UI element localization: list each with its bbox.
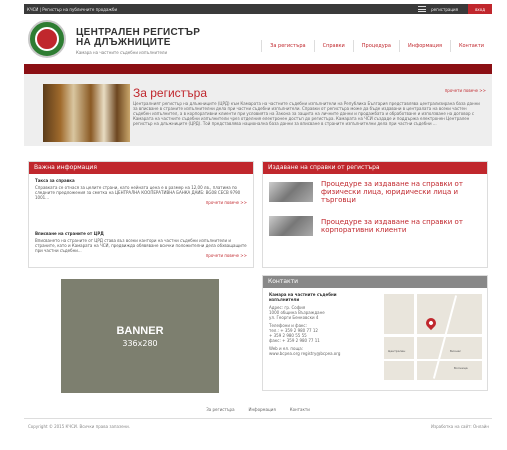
footer-divider: [24, 418, 492, 419]
login-button[interactable]: вход: [468, 4, 492, 14]
hero-image: [43, 84, 130, 142]
map-pin-icon[interactable]: [423, 315, 439, 331]
map-label: Бизнес: [450, 349, 462, 353]
news-read-more-link[interactable]: прочети повече >>: [35, 253, 247, 258]
hero-section: За регистъра прочети повече >> Централни…: [24, 74, 492, 146]
nav-information[interactable]: Информация: [398, 40, 450, 52]
location-map[interactable]: Централен Бизнес Болница: [384, 294, 482, 380]
brand-line-2: НА ДЛЪЖНИЦИТЕ: [76, 37, 171, 48]
document-thumbnail: [269, 216, 313, 236]
nav-contacts[interactable]: Контакти: [449, 40, 492, 52]
made-by-link[interactable]: Изработка на сайт: Онлайн: [431, 424, 489, 429]
contacts-panel: Контакти Камара на частните съдебни изпъ…: [262, 275, 488, 391]
contacts-body: Камара на частните съдебни изпълнители А…: [263, 288, 487, 380]
news-item: Вписване на страните от ЦРД Вписването н…: [29, 227, 253, 262]
page: КЧСИ | Регистър на публичните продажби р…: [0, 0, 507, 450]
banner-size: 336x280: [122, 338, 158, 348]
nav-reports[interactable]: Справки: [313, 40, 353, 52]
important-info-panel: Важна информация Такса за справка Справк…: [28, 161, 254, 268]
footer-link-about[interactable]: За регистъра: [206, 407, 234, 412]
logo-icon[interactable]: [28, 20, 66, 58]
banner-placeholder[interactable]: BANNER 336x280: [61, 279, 219, 393]
contacts-heading: Контакти: [263, 276, 487, 288]
top-bar: КЧСИ | Регистър на публичните продажби р…: [24, 4, 492, 14]
header-band: [24, 64, 492, 74]
news-text: Справката се отнася за целите страни, ка…: [35, 185, 241, 200]
issued-item-link[interactable]: Процедуре за издаване на справки от физи…: [321, 180, 481, 204]
footer-link-information[interactable]: Информация: [249, 407, 276, 412]
hero-title: За регистъра: [133, 86, 208, 100]
important-info-heading: Важна информация: [29, 162, 253, 174]
issued-reports-panel: Издаване на справки от регистъра Процеду…: [262, 161, 488, 268]
news-read-more-link[interactable]: прочети повече >>: [35, 200, 247, 205]
footer-nav: За регистъра Информация Контакти: [24, 407, 492, 412]
hamburger-icon[interactable]: [418, 6, 427, 12]
issued-item-link[interactable]: Процедуре за издаване на справки от корп…: [321, 218, 481, 234]
issued-item[interactable]: Процедуре за издаване на справки от физи…: [263, 174, 487, 210]
nav-procedure[interactable]: Процедура: [352, 40, 399, 52]
footer-link-contacts[interactable]: Контакти: [290, 407, 310, 412]
contacts-org: Камара на частните съдебни изпълнители: [269, 292, 337, 302]
news-title[interactable]: Вписване на страните от ЦРД: [35, 231, 247, 236]
map-label: Централен: [388, 349, 406, 353]
copyright: Copyright © 2015 КЧСИ. Всички права запа…: [28, 424, 131, 429]
site-header: ЦЕНТРАЛЕН РЕГИСТЪР НА ДЛЪЖНИЦИТЕ Камара …: [24, 14, 492, 64]
register-link[interactable]: регистрация: [431, 7, 458, 12]
nav-about[interactable]: За регистъра: [261, 40, 313, 52]
issued-item[interactable]: Процедуре за издаване на справки от корп…: [263, 210, 487, 242]
map-label: Болница: [454, 366, 468, 370]
issued-reports-heading: Издаване на справки от регистъра: [263, 162, 487, 174]
banner-label: BANNER: [116, 324, 164, 337]
main-nav: За регистъра Справки Процедура Информаци…: [261, 40, 492, 52]
news-title[interactable]: Такса за справка: [35, 178, 247, 183]
document-thumbnail: [269, 182, 313, 202]
news-text: Вписването на страните от ЦРД става въз …: [35, 238, 247, 253]
brand[interactable]: ЦЕНТРАЛЕН РЕГИСТЪР НА ДЛЪЖНИЦИТЕ Камара …: [76, 28, 200, 56]
hero-text: Централният регистър на длъжниците (ЦРД)…: [133, 101, 480, 126]
brand-subtitle: Камара на частните съдебни изпълнители: [76, 50, 168, 55]
hero-read-more-link[interactable]: прочети повече >>: [445, 88, 486, 93]
news-item: Такса за справка Справката се отнася за …: [29, 174, 253, 209]
top-bar-title[interactable]: КЧСИ | Регистър на публичните продажби: [24, 7, 117, 12]
